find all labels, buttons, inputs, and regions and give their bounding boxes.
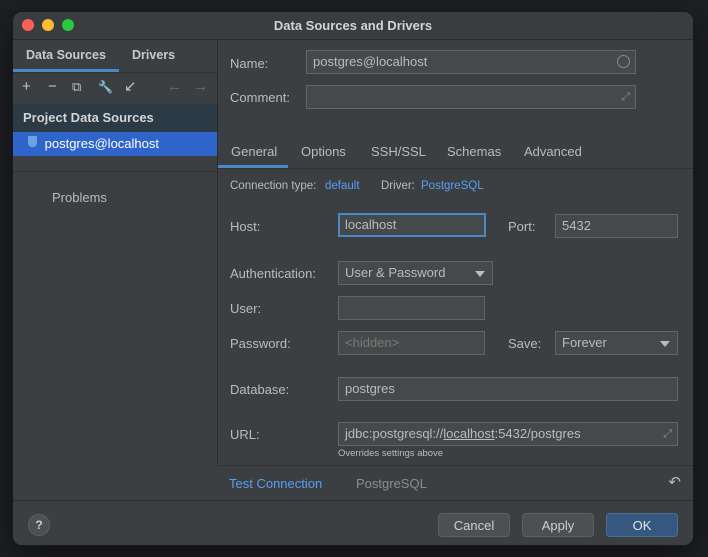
- forward-arrow-icon[interactable]: →: [193, 79, 208, 95]
- host-value: localhost: [345, 217, 397, 232]
- tab-advanced[interactable]: Advanced: [524, 144, 582, 159]
- url-suffix: :5432/postgres: [494, 426, 581, 441]
- data-source-label: postgres@localhost: [44, 136, 159, 151]
- tab-options[interactable]: Options: [301, 144, 346, 159]
- sidebar-toolbar: + − ⧉ 🔧 ↙ ← →: [13, 73, 217, 103]
- port-value: 5432: [562, 218, 591, 233]
- url-hint: Overrides settings above: [338, 448, 444, 459]
- database-value: postgres: [345, 381, 395, 396]
- postgresql-elephant-icon: [27, 132, 41, 156]
- driver-label: Driver:: [381, 180, 415, 192]
- url-prefix: jdbc:postgresql://: [345, 426, 444, 441]
- back-arrow-icon[interactable]: ←: [167, 79, 182, 95]
- test-connection-link[interactable]: Test Connection: [229, 476, 322, 491]
- url-label: URL:: [230, 427, 260, 442]
- comment-label: Comment:: [230, 90, 290, 105]
- revert-icon[interactable]: ↶: [668, 473, 681, 491]
- password-label: Password:: [230, 336, 291, 351]
- data-source-item[interactable]: postgres@localhost: [13, 132, 217, 156]
- chevron-down-icon: [660, 341, 670, 347]
- connection-bar: Test Connection PostgreSQL ↶: [218, 465, 693, 500]
- window-title: Data Sources and Drivers: [273, 18, 433, 33]
- duplicate-icon[interactable]: ⧉: [72, 79, 81, 95]
- wrench-icon[interactable]: 🔧: [98, 79, 113, 95]
- add-icon[interactable]: +: [22, 79, 31, 95]
- save-label: Save:: [508, 336, 542, 351]
- authentication-value: User & Password: [345, 265, 446, 280]
- cancel-button[interactable]: Cancel: [438, 513, 510, 537]
- project-data-sources-header: Project Data Sources: [13, 104, 217, 132]
- user-field[interactable]: [338, 296, 485, 320]
- apply-button[interactable]: Apply: [522, 513, 594, 537]
- remove-icon[interactable]: −: [48, 79, 57, 95]
- database-field[interactable]: postgres: [338, 377, 678, 401]
- help-button[interactable]: ?: [28, 514, 50, 536]
- tab-drivers[interactable]: Drivers: [132, 48, 175, 62]
- chevron-down-icon: [475, 271, 485, 277]
- host-field[interactable]: localhost: [338, 213, 486, 237]
- tab-schemas[interactable]: Schemas: [447, 144, 501, 159]
- general-tab-content: Connection type: default Driver: Postgre…: [218, 169, 693, 476]
- name-label: Name:: [230, 56, 269, 71]
- save-value: Forever: [562, 335, 607, 350]
- host-label: Host:: [230, 219, 261, 234]
- tab-data-sources[interactable]: Data Sources: [26, 48, 106, 62]
- active-tab-underline: [13, 69, 119, 72]
- url-host: localhost: [443, 426, 495, 441]
- driver-link[interactable]: PostgreSQL: [421, 180, 484, 192]
- url-field[interactable]: jdbc:postgresql://localhost:5432/postgre…: [338, 422, 678, 446]
- import-icon[interactable]: ↙: [124, 79, 137, 95]
- save-select[interactable]: Forever: [555, 331, 678, 355]
- sidebar-tabs: Data Sources Drivers: [13, 40, 217, 73]
- port-label: Port:: [508, 219, 536, 234]
- settings-tabs: General Options SSH/SSL Schemas Advanced: [218, 140, 693, 169]
- driver-name: PostgreSQL: [356, 476, 427, 491]
- comment-field[interactable]: ⤢: [306, 85, 636, 109]
- database-label: Database:: [230, 382, 290, 397]
- color-circle-icon[interactable]: [617, 55, 630, 68]
- settings-panel: Name: postgres@localhost Comment: ⤢ Gene…: [218, 40, 693, 476]
- ok-button[interactable]: OK: [606, 513, 678, 537]
- authentication-label: Authentication:: [230, 266, 317, 281]
- dialog-window: Data Sources and Drivers Data Sources Dr…: [13, 12, 693, 545]
- problems-item[interactable]: Problems: [52, 190, 107, 205]
- active-tab-underline: [218, 165, 288, 168]
- port-field[interactable]: 5432: [555, 214, 678, 238]
- title-bar: Data Sources and Drivers: [13, 12, 693, 40]
- connection-type-label: Connection type:: [230, 180, 317, 192]
- name-value: postgres@localhost: [313, 54, 428, 69]
- connection-type-link[interactable]: default: [325, 180, 360, 192]
- sidebar-divider: [13, 171, 217, 172]
- name-field[interactable]: postgres@localhost: [306, 50, 636, 74]
- authentication-select[interactable]: User & Password: [338, 261, 493, 285]
- dialog-footer: ? Cancel Apply OK: [13, 500, 693, 545]
- sidebar: Data Sources Drivers + − ⧉ 🔧 ↙ ← → Proje…: [13, 40, 218, 463]
- user-label: User:: [230, 301, 262, 316]
- tab-general[interactable]: General: [231, 144, 277, 159]
- data-source-tree: Project Data Sources postgres@localhost: [13, 104, 217, 156]
- expand-icon[interactable]: ⤢: [621, 86, 630, 108]
- expand-icon[interactable]: ⤢: [663, 423, 672, 445]
- password-placeholder: <hidden>: [345, 335, 400, 350]
- password-field[interactable]: <hidden>: [338, 331, 485, 355]
- tab-ssh-ssl[interactable]: SSH/SSL: [371, 144, 426, 159]
